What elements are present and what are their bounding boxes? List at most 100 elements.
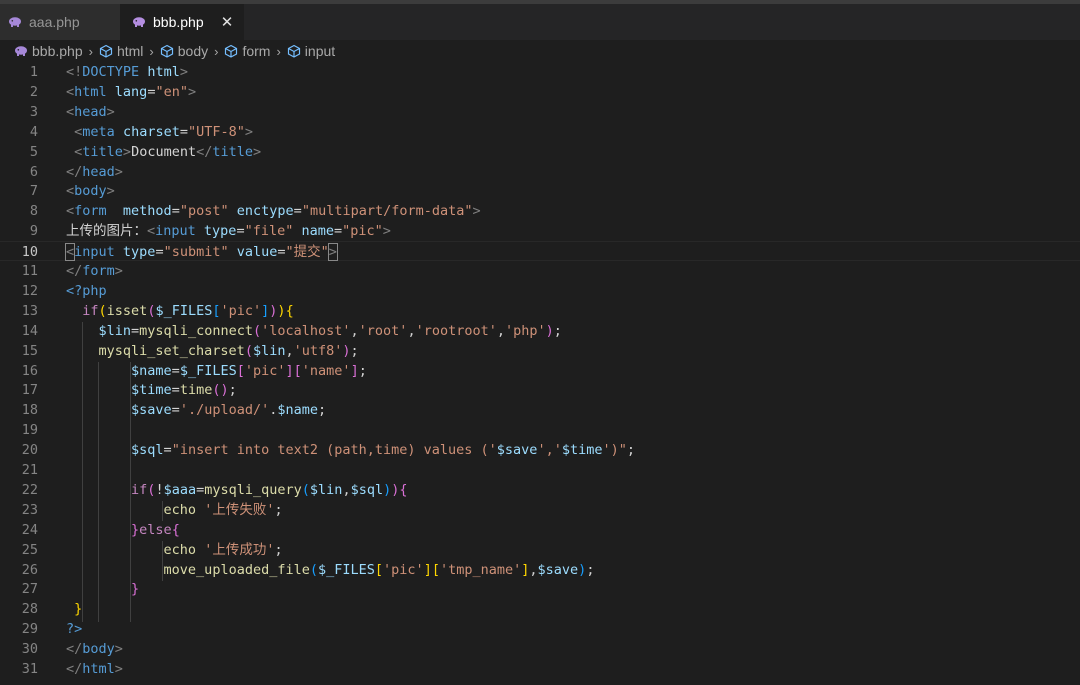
code-token: time [179, 382, 213, 399]
code-line[interactable]: 26 move_uploaded_file($_FILES['pic']['tm… [0, 560, 1080, 580]
tab-aaa-php[interactable]: aaa.php [0, 4, 120, 40]
code-token: </ [196, 143, 213, 160]
code-line[interactable]: 29 ?> [0, 619, 1080, 639]
code-line[interactable]: 25 echo '上传成功'; [0, 540, 1080, 560]
code-line[interactable]: 6 </head> [0, 162, 1080, 182]
code-token: ! [155, 481, 164, 498]
code-token: ')" [602, 442, 627, 459]
code-token: } [74, 601, 83, 618]
code-line[interactable]: 16 $name=$_FILES['pic']['name']; [0, 361, 1080, 381]
code-line[interactable]: 9 上传的图片：<input type="file" name="pic"> [0, 221, 1080, 241]
code-line[interactable]: 7 <body> [0, 181, 1080, 201]
code-line[interactable]: 19 [0, 420, 1080, 440]
code-line[interactable]: 4 <meta charset="UTF-8"> [0, 122, 1080, 142]
breadcrumb: bbb.php › html › body › form › input [0, 40, 1080, 62]
code-text: </body> [66, 639, 123, 659]
code-line[interactable]: 20 $sql="insert into text2 (path,time) v… [0, 440, 1080, 460]
breadcrumb-body[interactable]: body [160, 43, 208, 59]
code-token: > [253, 143, 262, 160]
code-token: body [74, 183, 107, 200]
code-line[interactable]: 1 <!DOCTYPE html> [0, 62, 1080, 82]
code-line[interactable]: 8 <form method="post" enctype="multipart/… [0, 201, 1080, 221]
code-token: if [82, 302, 99, 319]
code-token: ) [383, 481, 392, 498]
code-token: else [139, 521, 172, 538]
breadcrumb-input[interactable]: input [287, 43, 335, 59]
code-text: $save='./upload/'.$name; [66, 400, 326, 420]
code-line[interactable]: 23 echo '上传失败'; [0, 500, 1080, 520]
line-number: 10 [21, 244, 38, 261]
code-text: <?php [66, 281, 107, 301]
code-line[interactable]: 22 if(!$aaa=mysqli_query($lin,$sql)){ [0, 480, 1080, 500]
code-token: ; [586, 561, 595, 578]
code-text: $sql="insert into text2 (path,time) valu… [66, 440, 635, 460]
code-token: method [122, 203, 172, 220]
code-token: enctype [236, 203, 294, 220]
code-editor[interactable]: 1 <!DOCTYPE html> 2 <html lang="en"> 3 < head >… [0, 62, 1080, 685]
code-token: "multipart/form-data" [301, 203, 473, 220]
code-line[interactable]: 24 }else{ [0, 520, 1080, 540]
code-token: ) [545, 322, 554, 339]
code-token: ( [301, 481, 310, 498]
code-line[interactable]: 10 <input type="submit" value="提交"> [0, 241, 1080, 262]
code-line[interactable]: 17 $time=time(); [0, 380, 1080, 400]
breadcrumb-form[interactable]: form [224, 43, 270, 59]
line-number: 3 [29, 103, 38, 120]
cube-icon [160, 44, 173, 58]
code-token: ) [277, 302, 286, 319]
code-token: 'name' [301, 362, 351, 379]
code-token: < [66, 103, 75, 120]
code-token: > [122, 143, 132, 160]
code-token: ) [342, 342, 351, 359]
code-token: type [203, 223, 237, 240]
code-line[interactable]: 5 <title>Document</title> [0, 142, 1080, 162]
code-token: name [301, 223, 335, 240]
code-line[interactable]: 30 </body> [0, 639, 1080, 659]
code-text: $lin=mysqli_connect('localhost','root','… [66, 321, 562, 341]
code-token: 'pic' [383, 561, 424, 578]
breadcrumb-html[interactable]: html [99, 43, 143, 59]
breadcrumb-file[interactable]: bbb.php [14, 43, 83, 59]
code-token: = [171, 382, 180, 399]
code-line[interactable]: 13 if(isset($_FILES['pic'])){ [0, 301, 1080, 321]
code-line[interactable]: 28 } [0, 599, 1080, 619]
tab-bbb-php[interactable]: bbb.php ✕ [120, 4, 244, 40]
line-number: 26 [21, 561, 38, 578]
code-token: = [131, 322, 140, 339]
php-elephant-icon [132, 15, 146, 29]
code-line[interactable]: 3 <head> [0, 102, 1080, 122]
code-token: head [82, 163, 115, 180]
code-token: < [66, 83, 75, 100]
code-line[interactable]: 31 </html> [0, 659, 1080, 679]
code-token: , [496, 322, 505, 339]
close-icon[interactable]: ✕ [218, 13, 236, 31]
code-line[interactable]: 15 mysqli_set_charset($lin,'utf8'); [0, 341, 1080, 361]
code-line[interactable]: 27 } [0, 579, 1080, 599]
code-token: "insert into text2 (path,time) values (' [171, 442, 497, 459]
code-line[interactable]: 21 [0, 460, 1080, 480]
code-token: = [236, 223, 245, 240]
code-token: ; [274, 501, 283, 518]
line-number: 1 [29, 64, 38, 80]
code-token: } [131, 581, 140, 598]
code-line[interactable]: 2 <html lang="en"> [0, 82, 1080, 102]
code-text: $time=time(); [66, 380, 237, 400]
code-token: = [334, 223, 343, 240]
code-line[interactable]: 11 </form> [0, 261, 1080, 281]
code-line[interactable]: 18 $save='./upload/'.$name; [0, 400, 1080, 420]
code-line[interactable]: 12 <?php [0, 281, 1080, 301]
code-token: 'localhost' [261, 322, 351, 339]
code-token: ; [318, 402, 327, 419]
code-line[interactable]: 14 $lin=mysqli_connect('localhost','root… [0, 321, 1080, 341]
code-token: html [82, 661, 115, 677]
code-token: $name [277, 402, 318, 419]
